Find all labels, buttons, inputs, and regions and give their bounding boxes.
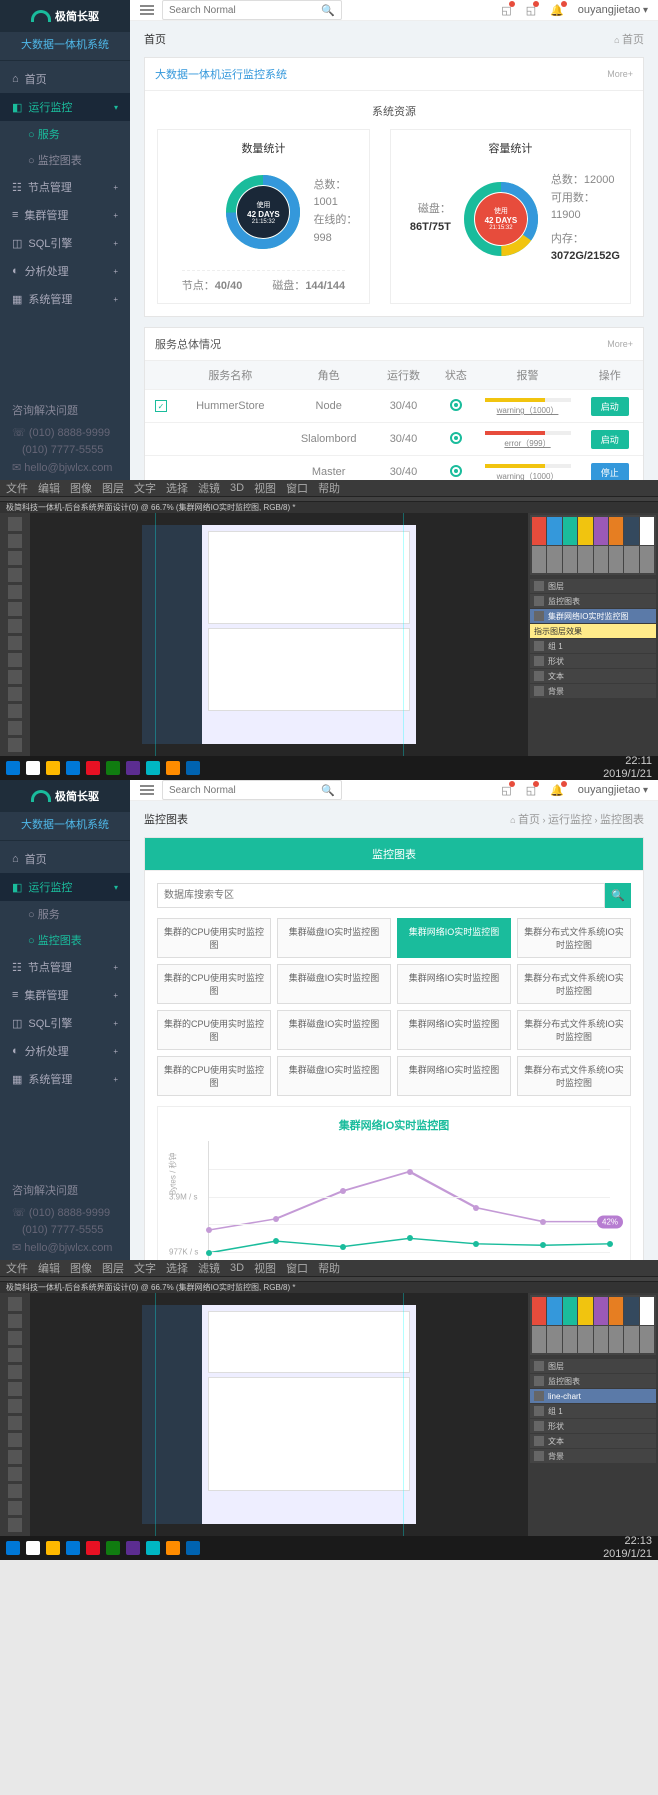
- filter-button[interactable]: 集群分布式文件系统IO实时监控图: [517, 964, 631, 1004]
- notify-icon-1[interactable]: ◱: [501, 4, 511, 17]
- sidebar: 极简长驱 大数据一体机系统 ⌂首页 ◧运行监控▾ ○ 服务 ○ 监控图表 ☷节点…: [0, 0, 130, 480]
- ps-toolbox[interactable]: [0, 513, 30, 756]
- notify-icon-2[interactable]: ◱: [526, 4, 536, 17]
- chart-search-button[interactable]: 🔍: [605, 883, 631, 908]
- ps-menubar-2[interactable]: 文件编辑图像图层文字选择滤镜3D视图窗口帮助: [0, 1260, 658, 1276]
- ps-tooltip: 指示图层效果: [530, 624, 656, 638]
- nav-sql[interactable]: ◫SQL引擎+: [0, 229, 130, 257]
- status-icon: [450, 399, 462, 411]
- resources-header: 系统资源: [157, 103, 631, 119]
- filter-grid: 集群的CPU使用实时监控图集群磁盘IO实时监控图集群网络IO实时监控图集群分布式…: [157, 918, 631, 1096]
- menu-icon[interactable]: [140, 5, 154, 15]
- filter-button[interactable]: 集群的CPU使用实时监控图: [157, 918, 271, 958]
- filter-button[interactable]: 集群分布式文件系统IO实时监控图: [517, 1010, 631, 1050]
- ps-menubar[interactable]: 文件编辑图像图层文字选择滤镜3D视图窗口帮助: [0, 480, 658, 496]
- donut-quantity: 使用42 DAYS21:15:32: [223, 172, 303, 252]
- nav-monitor[interactable]: ◧运行监控▾: [0, 93, 130, 121]
- action-button[interactable]: 停止: [591, 463, 629, 482]
- ps-panels[interactable]: 图层监控图表 集群网络IO实时监控图 指示图层效果 组 1形状文本背景: [528, 513, 658, 756]
- action-button[interactable]: 启动: [591, 430, 629, 449]
- nav-home[interactable]: ⌂首页: [0, 65, 130, 93]
- filter-button[interactable]: 集群网络IO实时监控图: [397, 1010, 511, 1050]
- filter-button[interactable]: 集群网络IO实时监控图: [397, 964, 511, 1004]
- filter-button[interactable]: 集群网络IO实时监控图: [397, 1056, 511, 1096]
- taskbar[interactable]: 22:112019/1/21: [0, 756, 658, 780]
- search-icon-2[interactable]: 🔍: [321, 784, 335, 797]
- user-menu[interactable]: ouyangjietao ▾: [578, 4, 648, 16]
- more-link[interactable]: More+: [607, 69, 633, 79]
- services-header: 服务总体情况: [155, 336, 221, 352]
- topbar: 🔍 ◱ ◱ 🔔 ouyangjietao ▾: [130, 0, 658, 21]
- panel-main-title: 大数据一体机运行监控系统: [155, 66, 287, 82]
- filter-button[interactable]: 集群磁盘IO实时监控图: [277, 1056, 391, 1096]
- card-capacity: 容量统计 磁盘： 86T/75T 使用42 DAYS21:15:32: [390, 129, 631, 304]
- card-quantity: 数量统计 使用42 DAYS21:15:32 总数：1001 在线的：998: [157, 129, 370, 304]
- nav2-analysis[interactable]: ◐分析处理+: [0, 1037, 130, 1065]
- nav-sub-charts[interactable]: ○ 监控图表: [0, 147, 130, 173]
- nav-system[interactable]: ▦系统管理+: [0, 285, 130, 313]
- page-title: 首页: [144, 31, 166, 47]
- services-more[interactable]: More+: [607, 339, 633, 349]
- ps-canvas[interactable]: [30, 513, 528, 756]
- filter-button[interactable]: 集群分布式文件系统IO实时监控图: [517, 918, 631, 958]
- donut-capacity: 使用42 DAYS21:15:32: [461, 179, 541, 259]
- nav2-sub-charts[interactable]: ○ 监控图表: [0, 927, 130, 953]
- logo: 极简长驱: [0, 0, 130, 32]
- status-icon: [450, 432, 462, 444]
- nav2-monitor[interactable]: ◧运行监控▾: [0, 873, 130, 901]
- nav2-node[interactable]: ☷节点管理+: [0, 953, 130, 981]
- notify-icon-3[interactable]: 🔔: [550, 4, 564, 17]
- nav2-cluster[interactable]: ≡集群管理+: [0, 981, 130, 1009]
- action-button[interactable]: 启动: [591, 397, 629, 416]
- nav-node[interactable]: ☷节点管理+: [0, 173, 130, 201]
- breadcrumb-2[interactable]: ⌂ 首页 › 运行监控 › 监控图表: [510, 811, 644, 827]
- page-title-2: 监控图表: [144, 811, 188, 827]
- checkbox-icon[interactable]: ✓: [155, 400, 167, 412]
- search-input[interactable]: [169, 5, 321, 16]
- status-icon: [450, 465, 462, 477]
- filter-button[interactable]: 集群磁盘IO实时监控图: [277, 1010, 391, 1050]
- breadcrumb: ⌂ 首页: [614, 31, 644, 47]
- filter-button[interactable]: 集群的CPU使用实时监控图: [157, 1010, 271, 1050]
- nav2-sub-service[interactable]: ○ 服务: [0, 901, 130, 927]
- search-box[interactable]: 🔍: [162, 0, 342, 20]
- search-icon[interactable]: 🔍: [321, 4, 335, 17]
- nav-analysis[interactable]: ◐分析处理+: [0, 257, 130, 285]
- ps-tab[interactable]: 极简科技一体机-后台系统界面设计(0) @ 66.7% (集群网络IO实时监控图…: [0, 502, 658, 513]
- brand-subtitle: 大数据一体机系统: [0, 32, 130, 61]
- filter-button[interactable]: 集群的CPU使用实时监控图: [157, 1056, 271, 1096]
- nav-cluster[interactable]: ≡集群管理+: [0, 201, 130, 229]
- filter-button[interactable]: 集群磁盘IO实时监控图: [277, 918, 391, 958]
- filter-button[interactable]: 集群网络IO实时监控图: [397, 918, 511, 958]
- logo-icon: [31, 10, 51, 22]
- menu-icon-2[interactable]: [140, 785, 154, 795]
- filter-button[interactable]: 集群磁盘IO实时监控图: [277, 964, 391, 1004]
- filter-button[interactable]: 集群的CPU使用实时监控图: [157, 964, 271, 1004]
- chart-search-input[interactable]: [157, 883, 605, 908]
- nav2-home[interactable]: ⌂首页: [0, 845, 130, 873]
- table-row: ✓ HummerStoreNode30/40 warning（1000） 启动: [145, 390, 643, 423]
- nav2-sql[interactable]: ◫SQL引擎+: [0, 1009, 130, 1037]
- search-input-2[interactable]: [169, 785, 321, 796]
- sidebar-2: 极简长驱 大数据一体机系统 ⌂首页 ◧运行监控▾ ○ 服务 ○ 监控图表 ☷节点…: [0, 780, 130, 1260]
- nav2-system[interactable]: ▦系统管理+: [0, 1065, 130, 1093]
- nav-sub-service[interactable]: ○ 服务: [0, 121, 130, 147]
- chart-title: 集群网络IO实时监控图: [168, 1117, 620, 1133]
- filter-button[interactable]: 集群分布式文件系统IO实时监控图: [517, 1056, 631, 1096]
- ps-layers[interactable]: 图层监控图表 集群网络IO实时监控图 指示图层效果 组 1形状文本背景: [528, 577, 658, 756]
- table-row: Slalombord30/40 error（999） 启动: [145, 423, 643, 456]
